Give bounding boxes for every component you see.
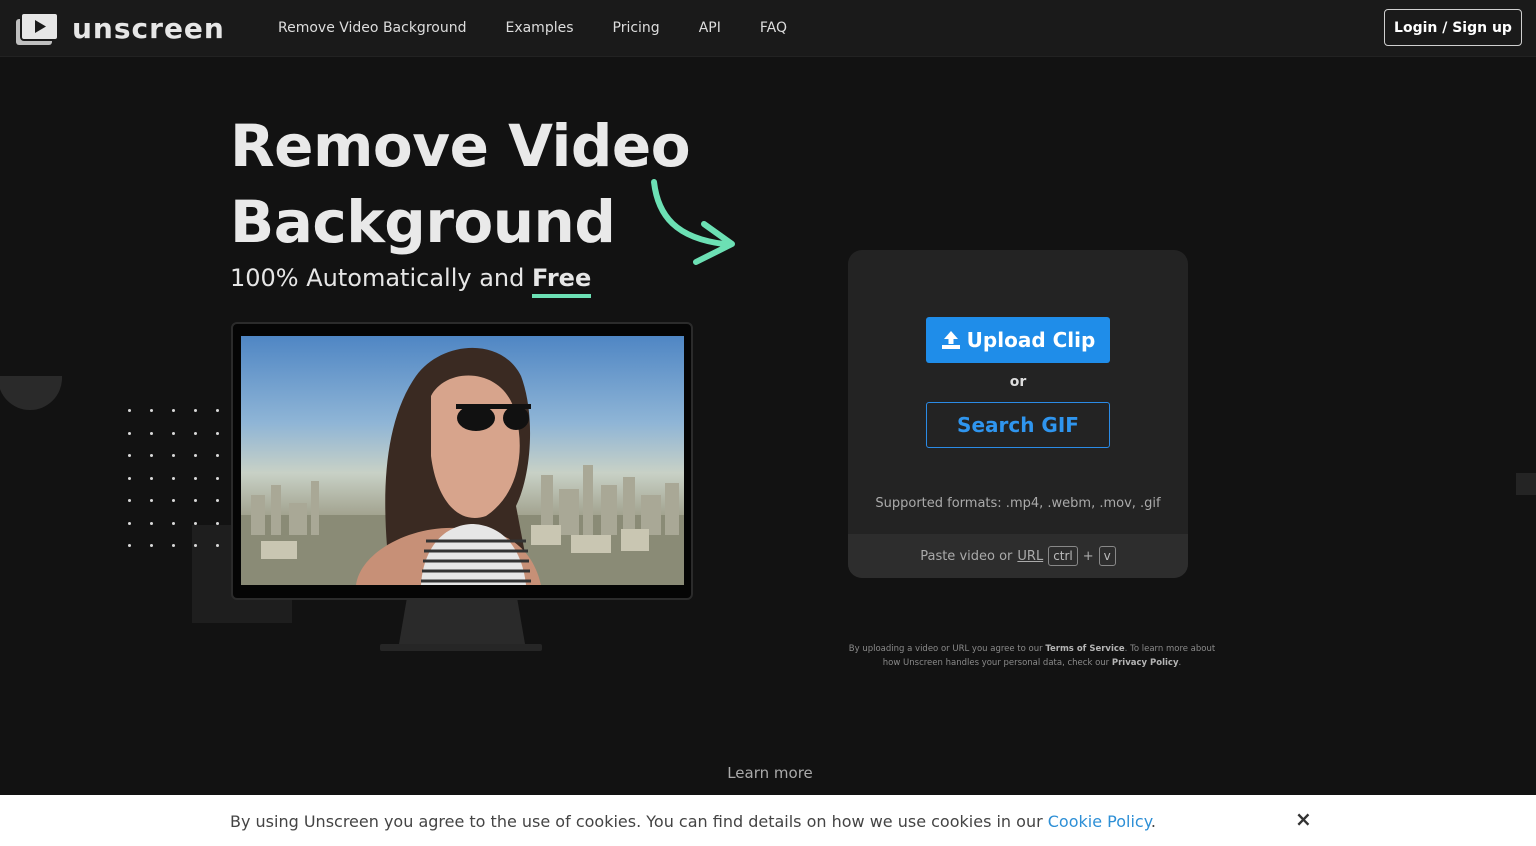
terms-of-service-link[interactable]: Terms of Service	[1045, 644, 1124, 654]
decorative-dot	[128, 409, 131, 412]
decorative-dot	[150, 431, 153, 435]
curved-arrow-icon	[651, 179, 735, 265]
decorative-dot	[194, 499, 197, 502]
decorative-dot	[216, 409, 219, 412]
decorative-dot	[216, 454, 219, 457]
privacy-policy-link[interactable]: Privacy Policy	[1112, 658, 1179, 668]
decorative-dot	[172, 454, 175, 457]
decorative-dot	[194, 476, 197, 480]
upload-clip-label: Upload Clip	[966, 328, 1096, 352]
decorative-dot	[194, 454, 197, 457]
decorative-dot	[128, 544, 131, 547]
decorative-dot	[150, 544, 153, 547]
decorative-dot	[150, 521, 153, 525]
decorative-dot	[128, 431, 131, 435]
decorative-dot	[216, 499, 219, 502]
supported-formats: Supported formats: .mp4, .webm, .mov, .g…	[875, 496, 1161, 511]
upload-icon	[941, 331, 960, 349]
close-icon[interactable]: ×	[1295, 807, 1312, 831]
kbd-v: v	[1098, 546, 1116, 566]
decorative-dot	[128, 521, 131, 525]
cookie-banner: By using Unscreen you agree to the use o…	[0, 795, 1536, 846]
learn-more-label: Learn more	[727, 764, 813, 782]
decorative-dot	[172, 544, 175, 547]
decorative-dot	[172, 431, 175, 435]
paste-prefix: Paste video or	[920, 548, 1013, 564]
cookie-policy-link[interactable]: Cookie Policy	[1048, 812, 1151, 831]
decorative-dot	[150, 499, 153, 502]
video-preview-monitor	[231, 322, 693, 600]
decorative-dot	[194, 409, 197, 412]
play-logo-icon	[16, 11, 59, 45]
side-tab	[1516, 473, 1536, 495]
top-nav-bar: unscreen Remove Video Background Example…	[0, 0, 1536, 57]
decorative-dot	[172, 521, 175, 525]
decorative-dot	[150, 476, 153, 480]
nav-examples[interactable]: Examples	[505, 20, 573, 36]
nav-faq[interactable]: FAQ	[760, 20, 787, 36]
decorative-dot	[194, 544, 197, 547]
upload-clip-button[interactable]: Upload Clip	[926, 317, 1110, 363]
monitor-stand	[399, 600, 525, 644]
kbd-ctrl: ctrl	[1048, 546, 1078, 566]
decorative-dot	[216, 521, 219, 525]
monitor-base	[380, 644, 542, 651]
nav-pricing[interactable]: Pricing	[613, 20, 660, 36]
decorative-dot	[128, 476, 131, 480]
nav-remove-video-background[interactable]: Remove Video Background	[278, 20, 466, 36]
paste-url-link[interactable]: URL	[1017, 549, 1043, 564]
search-gif-button[interactable]: Search GIF	[926, 402, 1110, 448]
decorative-dot	[128, 499, 131, 502]
decorative-dot	[194, 431, 197, 435]
cookie-period: .	[1150, 812, 1156, 831]
cookie-message: By using Unscreen you agree to the use o…	[230, 812, 1048, 831]
learn-more-link[interactable]: Learn more	[0, 764, 1536, 782]
hero-title-line1: Remove Video	[230, 112, 691, 180]
decorative-dot	[150, 409, 153, 412]
decorative-dot	[172, 476, 175, 480]
kbd-plus: +	[1082, 548, 1094, 564]
hero-subtitle-free: Free	[531, 264, 592, 298]
video-preview-image	[241, 336, 684, 585]
decorative-dot	[172, 409, 175, 412]
decorative-dot	[172, 499, 175, 502]
paste-url-bar[interactable]: Paste video or URL ctrl + v	[848, 534, 1188, 578]
decorative-dot	[216, 476, 219, 480]
decorative-dot-grid	[124, 405, 234, 555]
nav-api[interactable]: API	[699, 20, 721, 36]
login-signup-button[interactable]: Login / Sign up	[1384, 9, 1522, 46]
decorative-dot	[128, 454, 131, 457]
legal-notice: By uploading a video or URL you agree to…	[846, 642, 1218, 670]
logo[interactable]: unscreen	[16, 11, 225, 45]
legal-text-1: By uploading a video or URL you agree to…	[848, 644, 1046, 654]
main-nav: Remove Video Background Examples Pricing…	[278, 0, 787, 56]
hero-subtitle-prefix: 100% Automatically and	[230, 264, 532, 292]
legal-text-3: .	[1178, 658, 1182, 668]
hero-subtitle: 100% Automatically and Free	[230, 264, 592, 298]
decorative-half-circle	[0, 376, 62, 410]
decorative-dot	[216, 544, 219, 547]
logo-text: unscreen	[72, 12, 225, 45]
decorative-dot	[194, 521, 197, 525]
decorative-dot	[216, 431, 219, 435]
cookie-text: By using Unscreen you agree to the use o…	[230, 812, 1156, 831]
upload-card: Upload Clip or Search GIF Supported form…	[848, 250, 1188, 578]
decorative-dot	[150, 454, 153, 457]
or-separator: or	[1009, 374, 1027, 390]
